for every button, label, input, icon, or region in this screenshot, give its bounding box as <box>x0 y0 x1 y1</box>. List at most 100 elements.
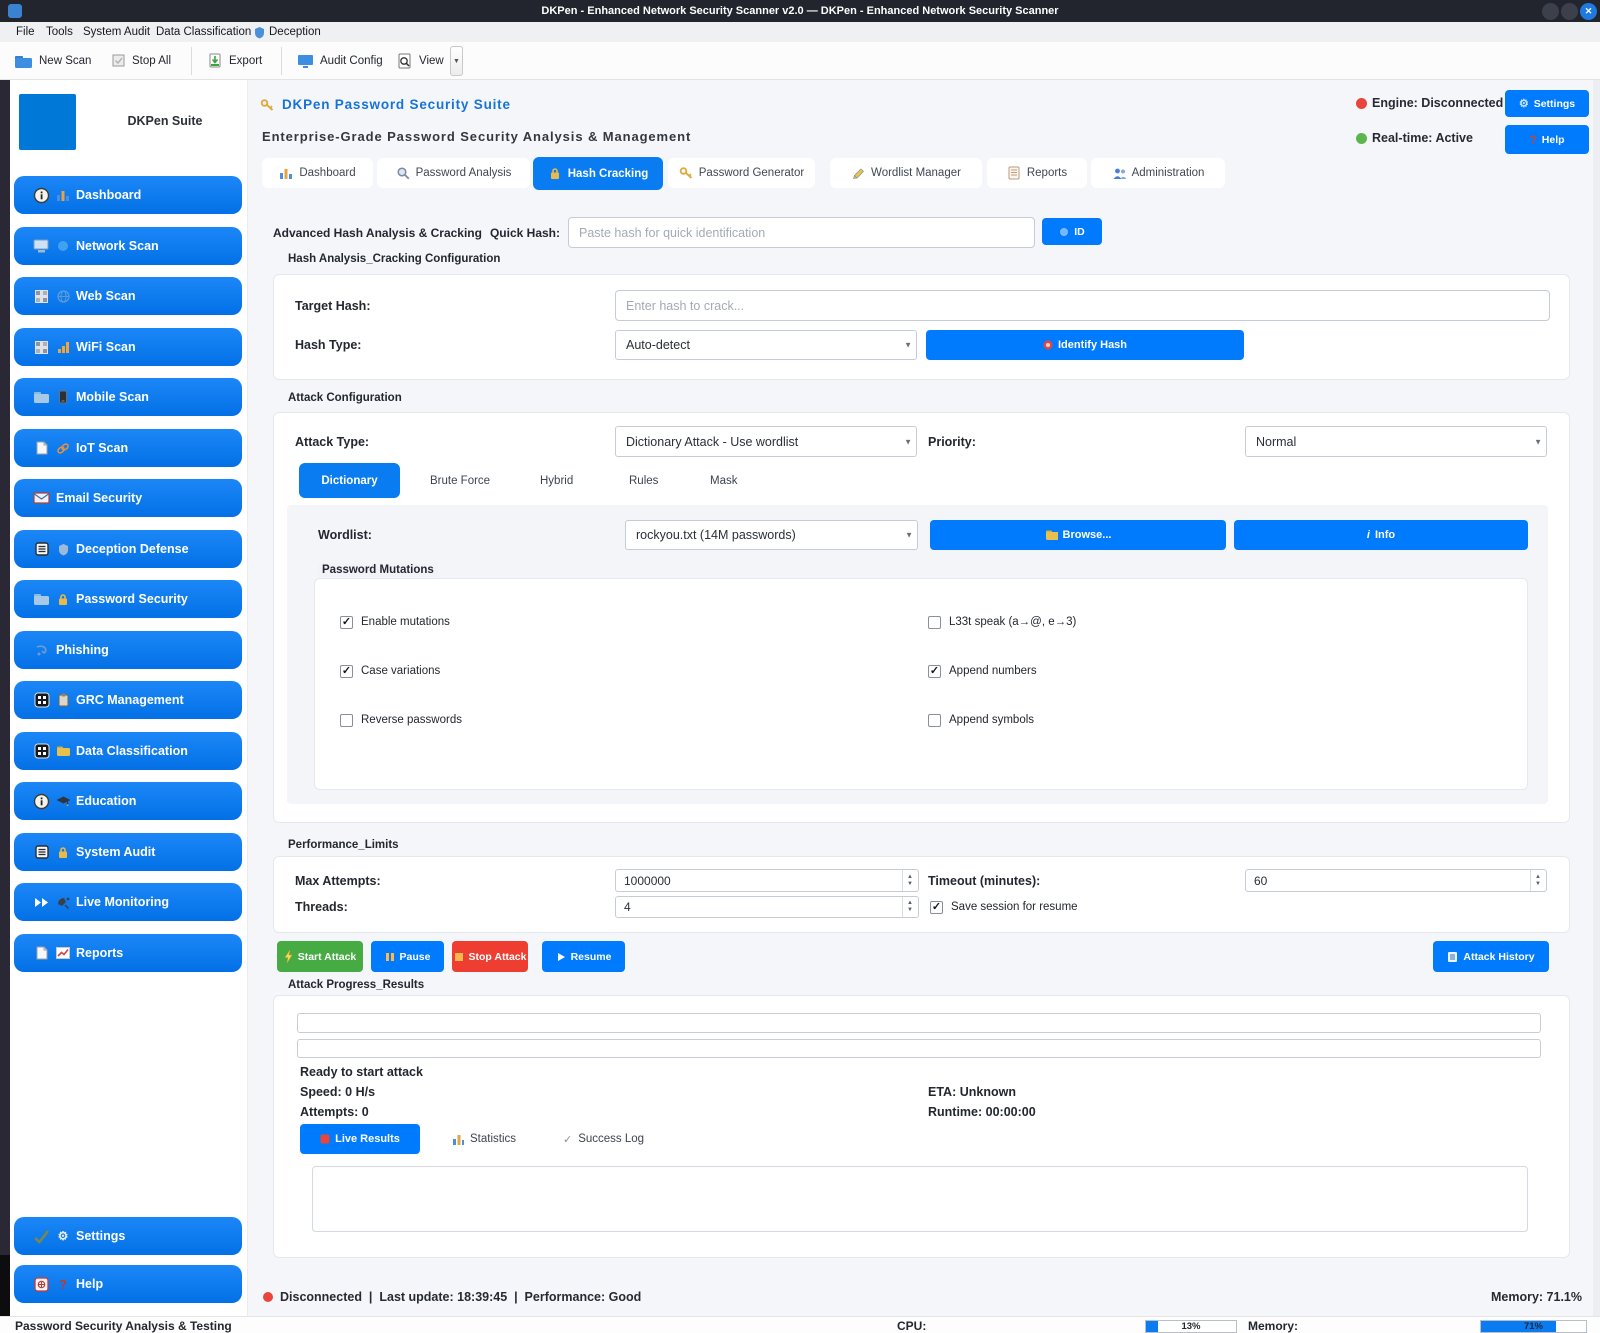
sidebar-item-email-security[interactable]: Email Security <box>14 479 242 517</box>
sidebar-item-settings[interactable]: ⚙Settings <box>14 1217 242 1255</box>
statistics-tab[interactable]: Statistics <box>452 1124 516 1154</box>
spinner-arrows[interactable]: ▲▼ <box>902 870 917 891</box>
tab-wordlist-manager[interactable]: Wordlist Manager <box>830 158 982 188</box>
success-log-tab[interactable]: ✓Success Log <box>563 1124 644 1154</box>
sidebar-item-help[interactable]: ?Help <box>14 1265 242 1303</box>
settings-button[interactable]: ⚙Settings <box>1505 90 1589 117</box>
tab-hash-cracking[interactable]: Hash Cracking <box>533 157 663 190</box>
checkbox-case-variations[interactable]: ✓Case variations <box>340 663 440 679</box>
view-dropdown-arrow[interactable]: ▼ <box>450 46 463 76</box>
suite-name: DKPen Suite <box>95 114 235 130</box>
timeout-spinner[interactable]: 60▲▼ <box>1245 869 1547 892</box>
sidebar-item-dashboard[interactable]: Dashboard <box>14 176 242 214</box>
performance-group-title: Performance_Limits <box>284 838 403 852</box>
identify-hash-button[interactable]: Identify Hash <box>926 330 1244 360</box>
menu-deception[interactable]: Deception <box>254 22 321 42</box>
menu-tools[interactable]: Tools <box>46 22 73 42</box>
mail-icon <box>33 490 50 507</box>
sidebar-item-deception-defense[interactable]: Deception Defense <box>14 530 242 568</box>
toolbar-audit-config[interactable]: Audit Config <box>297 42 383 80</box>
export-icon <box>207 53 223 69</box>
target-hash-input[interactable] <box>615 290 1550 321</box>
speed-text: Speed: 0 H/s <box>300 1085 375 1099</box>
attack-subtab-dictionary[interactable]: Dictionary <box>299 463 400 498</box>
mutations-group-title: Password Mutations <box>318 563 438 577</box>
checkbox-reverse-passwords[interactable]: Reverse passwords <box>340 712 462 728</box>
attack-subtab-brute-force[interactable]: Brute Force <box>430 463 490 498</box>
sidebar-item-live-monitoring[interactable]: Live Monitoring <box>14 883 242 921</box>
menu-file[interactable]: File <box>16 22 35 42</box>
checkbox-checked-icon: ✓ <box>930 901 943 914</box>
sidebar-item-education[interactable]: Education <box>14 782 242 820</box>
checkbox-checked-icon: ✓ <box>340 616 353 629</box>
toolbar-view[interactable]: View <box>396 42 444 80</box>
tab-password-analysis[interactable]: Password Analysis <box>377 158 530 188</box>
chart-icon <box>452 1133 464 1145</box>
sidebar-item-mobile-scan[interactable]: Mobile Scan <box>14 378 242 416</box>
toolbar-separator <box>281 47 282 75</box>
stop-attack-button[interactable]: Stop Attack <box>452 941 528 972</box>
attack-subtab-hybrid[interactable]: Hybrid <box>540 463 573 498</box>
quick-hash-input[interactable] <box>568 217 1035 248</box>
sidebar-item-password-security[interactable]: Password Security <box>14 580 242 618</box>
start-attack-button[interactable]: Start Attack <box>277 941 363 972</box>
pixel-grid-icon <box>33 339 50 356</box>
spinner-arrows[interactable]: ▲▼ <box>1530 870 1545 891</box>
progress-bar-1 <box>297 1013 1541 1033</box>
checkbox-append-symbols[interactable]: Append symbols <box>928 712 1034 728</box>
info-icon: i <box>1367 529 1370 541</box>
info-button[interactable]: iInfo <box>1234 520 1528 550</box>
id-button[interactable]: ID <box>1042 218 1102 245</box>
close-button[interactable]: ✕ <box>1580 3 1597 20</box>
attack-type-select[interactable]: Dictionary Attack - Use wordlist▼ <box>615 426 917 457</box>
grid-black-icon <box>33 692 50 709</box>
wordlist-select[interactable]: rockyou.txt (14M passwords)▼ <box>625 520 918 550</box>
menu-system-audit[interactable]: System Audit <box>83 22 150 42</box>
tab-dashboard[interactable]: Dashboard <box>262 158 373 188</box>
checkbox-enable-mutations[interactable]: ✓Enable mutations <box>340 614 450 630</box>
sidebar-item-wifi-scan[interactable]: WiFi Scan <box>14 328 242 366</box>
sidebar-item-reports[interactable]: Reports <box>14 934 242 972</box>
tab-reports[interactable]: Reports <box>987 158 1087 188</box>
live-results-tab[interactable]: Live Results <box>300 1124 420 1154</box>
checkbox-append-numbers[interactable]: ✓Append numbers <box>928 663 1037 679</box>
browse-button[interactable]: Browse... <box>930 520 1226 550</box>
lightning-icon <box>284 950 293 963</box>
gradcap-icon <box>56 793 70 810</box>
sidebar-item-phishing[interactable]: Phishing <box>14 631 242 669</box>
toolbar-stop-all[interactable]: Stop All <box>112 42 171 80</box>
menu-data-classification[interactable]: Data Classification <box>156 22 251 42</box>
tab-password-generator[interactable]: Password Generator <box>668 158 815 188</box>
help-card-icon <box>33 1276 50 1293</box>
check-icon: ✓ <box>563 1133 572 1146</box>
max-attempts-spinner[interactable]: 1000000▲▼ <box>615 869 919 892</box>
sidebar-item-grc-management[interactable]: GRC Management <box>14 681 242 719</box>
maximize-button[interactable] <box>1561 3 1578 20</box>
threads-spinner[interactable]: 4▲▼ <box>615 896 919 918</box>
live-results-output[interactable] <box>312 1166 1528 1232</box>
attack-history-button[interactable]: Attack History <box>1433 941 1549 972</box>
toolbar-new-scan[interactable]: New Scan <box>14 42 91 80</box>
magnifier-icon <box>396 166 410 180</box>
attack-subtab-rules[interactable]: Rules <box>629 463 658 498</box>
sidebar-item-network-scan[interactable]: Network Scan <box>14 227 242 265</box>
attack-subtab-mask[interactable]: Mask <box>710 463 737 498</box>
hash-type-select[interactable]: Auto-detect▼ <box>615 330 917 360</box>
attack-config-group-title: Attack Configuration <box>284 391 406 405</box>
checkbox-l33t-speak-a-e-3-[interactable]: L33t speak (a→@, e→3) <box>928 614 1076 630</box>
pause-button[interactable]: Pause <box>371 941 444 972</box>
tab-administration[interactable]: Administration <box>1091 158 1225 188</box>
sidebar-item-data-classification[interactable]: Data Classification <box>14 732 242 770</box>
progress-bar-2 <box>297 1039 1541 1058</box>
sidebar-item-system-audit[interactable]: System Audit <box>14 833 242 871</box>
resume-button[interactable]: Resume <box>542 941 625 972</box>
save-session-checkbox[interactable]: ✓Save session for resume <box>930 896 1078 918</box>
spinner-arrows[interactable]: ▲▼ <box>902 897 917 917</box>
sidebar-item-web-scan[interactable]: Web Scan <box>14 277 242 315</box>
sidebar-item-iot-scan[interactable]: IoT Scan <box>14 429 242 467</box>
help-button[interactable]: ?Help <box>1505 125 1589 154</box>
minimize-button[interactable] <box>1542 3 1559 20</box>
chevron-down-icon: ▼ <box>1534 437 1542 446</box>
toolbar-export[interactable]: Export <box>207 42 262 80</box>
priority-select[interactable]: Normal▼ <box>1245 426 1547 457</box>
